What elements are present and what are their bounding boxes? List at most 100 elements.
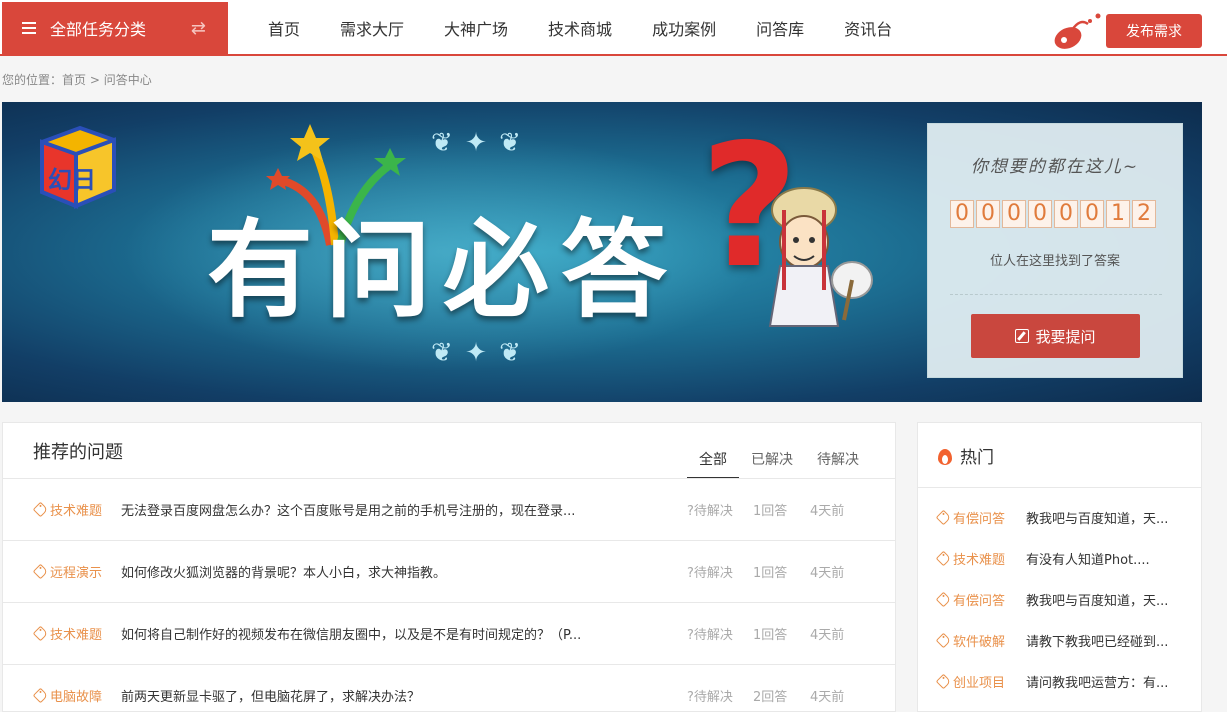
cartoon-sage-character bbox=[768, 187, 873, 327]
tag-icon bbox=[935, 632, 952, 648]
nav-tech-mall[interactable]: 技术商城 bbox=[528, 16, 632, 40]
breadcrumb-current: 问答中心 bbox=[103, 73, 152, 87]
tag-icon bbox=[32, 501, 49, 518]
ask-question-label: 我要提问 bbox=[1035, 327, 1096, 346]
tab-unsolved[interactable]: 待解决 bbox=[805, 449, 871, 479]
hot-item-text[interactable]: 教我吧与百度知道，天... bbox=[1026, 590, 1168, 609]
hot-item[interactable]: 创业项目 请问教我吧运营方：有... bbox=[935, 671, 1188, 691]
question-time: 4天前 bbox=[810, 628, 845, 643]
hot-tag[interactable]: 创业项目 bbox=[935, 672, 1026, 691]
question-status: ?待解决 bbox=[687, 628, 733, 643]
question-tag-label: 技术难题 bbox=[50, 504, 103, 519]
breadcrumb: 您的位置：首页 > 问答中心 bbox=[2, 71, 152, 88]
question-answer-count: 1回答 bbox=[753, 566, 788, 581]
question-row[interactable]: 技术难题 如何将自己制作好的视频发布在微信朋友圈中，以及是不是有时间规定的？（P… bbox=[3, 603, 895, 665]
question-row[interactable]: 技术难题 无法登录百度网盘怎么办？这个百度账号是用之前的手机号注册的，现在登录.… bbox=[3, 479, 895, 541]
top-header: 全部任务分类 ⇄ 首页 需求大厅 大神广场 技术商城 成功案例 问答库 资讯台 … bbox=[0, 0, 1227, 56]
counter-digit: 0 bbox=[976, 200, 1000, 228]
panel-slogan: 你想要的都在这儿~ bbox=[970, 157, 1140, 177]
cube-logo: 幻日 bbox=[40, 125, 116, 210]
hot-item[interactable]: 技术难题 有没有人知道Phot.... bbox=[935, 548, 1188, 568]
answer-counter-panel: 你想要的都在这儿~ 0 0 0 0 0 0 1 2 位人在这里找到了答案 我要提… bbox=[927, 123, 1183, 378]
question-tag-label: 远程演示 bbox=[50, 566, 103, 581]
hot-item-text[interactable]: 教我吧与百度知道，天... bbox=[1026, 508, 1168, 527]
swap-arrows-icon[interactable]: ⇄ bbox=[191, 18, 206, 39]
question-answer-count: 1回答 bbox=[753, 628, 788, 643]
question-status: ?待解决 bbox=[687, 566, 733, 581]
breadcrumb-prefix: 您的位置： bbox=[2, 73, 63, 87]
question-status: ?待解决 bbox=[687, 504, 733, 519]
question-time: 4天前 bbox=[810, 504, 845, 519]
tab-solved[interactable]: 已解决 bbox=[739, 449, 805, 479]
hot-questions-panel: 热门 有偿问答 教我吧与百度知道，天... 技术难题 有没有人知道Phot...… bbox=[917, 422, 1202, 712]
nav-experts-square[interactable]: 大神广场 bbox=[424, 16, 528, 40]
question-text[interactable]: 前两天更新显卡驱了，但电脑花屏了，求解决办法？ bbox=[121, 686, 420, 705]
all-categories-label: 全部任务分类 bbox=[50, 20, 147, 39]
tag-icon bbox=[935, 509, 952, 525]
question-text[interactable]: 无法登录百度网盘怎么办？这个百度账号是用之前的手机号注册的，现在登录... bbox=[121, 500, 575, 519]
tag-icon bbox=[935, 550, 952, 566]
question-row[interactable]: 电脑故障 前两天更新显卡驱了，但电脑花屏了，求解决办法？ ?待解决 2回答 4天… bbox=[3, 665, 895, 712]
breadcrumb-home[interactable]: 首页 bbox=[62, 73, 86, 87]
nav-home[interactable]: 首页 bbox=[248, 16, 320, 40]
hot-tag[interactable]: 有偿问答 bbox=[935, 590, 1026, 609]
counter-digit: 0 bbox=[1054, 200, 1078, 228]
question-tag-label: 电脑故障 bbox=[50, 690, 103, 705]
publish-demand-button[interactable]: 发布需求 bbox=[1106, 14, 1202, 48]
counter-digit: 2 bbox=[1132, 200, 1156, 228]
qa-banner: 幻日 ❦ ✦ ❦ 有问必答 ? ❦ ✦ ❦ 你想要的都在这儿~ 0 0 0 0 … bbox=[2, 102, 1202, 402]
question-answer-count: 2回答 bbox=[753, 690, 788, 705]
hot-tag-label: 软件破解 bbox=[953, 634, 1006, 650]
brand-mouse-icon bbox=[1054, 13, 1101, 49]
counter-digit: 0 bbox=[1080, 200, 1104, 228]
hot-tag[interactable]: 技术难题 bbox=[935, 549, 1026, 568]
hot-tag-label: 技术难题 bbox=[953, 552, 1006, 568]
ornament-bottom: ❦ ✦ ❦ bbox=[431, 338, 523, 368]
hot-tag-label: 创业项目 bbox=[953, 675, 1006, 691]
breadcrumb-separator: > bbox=[86, 73, 104, 87]
question-time: 4天前 bbox=[810, 566, 845, 581]
panel-divider bbox=[950, 294, 1162, 295]
all-categories-button[interactable]: 全部任务分类 ⇄ bbox=[2, 2, 228, 54]
tag-icon bbox=[32, 625, 49, 642]
hot-tag[interactable]: 有偿问答 bbox=[935, 508, 1026, 527]
hot-item[interactable]: 软件破解 请教下教我吧已经碰到... bbox=[935, 630, 1188, 650]
counter-digit: 0 bbox=[1002, 200, 1026, 228]
nav-demand-hall[interactable]: 需求大厅 bbox=[320, 16, 424, 40]
nav-qa-library[interactable]: 问答库 bbox=[736, 16, 824, 40]
answer-counter: 0 0 0 0 0 0 1 2 bbox=[950, 200, 1156, 228]
ornament-top: ❦ ✦ ❦ bbox=[431, 128, 523, 158]
hot-item-text[interactable]: 请问教我吧运营方：有... bbox=[1026, 672, 1168, 691]
question-tag[interactable]: 电脑故障 bbox=[32, 686, 103, 705]
question-status: ?待解决 bbox=[687, 690, 733, 705]
question-row[interactable]: 远程演示 如何修改火狐浏览器的背景呢？本人小白，求大神指教。 ?待解决 1回答 … bbox=[3, 541, 895, 603]
question-tag-label: 技术难题 bbox=[50, 628, 103, 643]
ask-question-button[interactable]: 我要提问 bbox=[971, 314, 1140, 358]
hot-item[interactable]: 有偿问答 教我吧与百度知道，天... bbox=[935, 589, 1188, 609]
question-text[interactable]: 如何修改火狐浏览器的背景呢？本人小白，求大神指教。 bbox=[121, 562, 446, 581]
hot-tag[interactable]: 软件破解 bbox=[935, 631, 1026, 650]
tab-all[interactable]: 全部 bbox=[687, 449, 739, 479]
tag-icon bbox=[935, 673, 952, 689]
question-tag[interactable]: 技术难题 bbox=[32, 500, 103, 519]
question-tag[interactable]: 技术难题 bbox=[32, 624, 103, 643]
hot-item-text[interactable]: 请教下教我吧已经碰到... bbox=[1026, 631, 1168, 650]
nav-news[interactable]: 资讯台 bbox=[824, 16, 912, 40]
banner-title: 有问必答 bbox=[207, 209, 679, 332]
nav-success-cases[interactable]: 成功案例 bbox=[632, 16, 736, 40]
question-time: 4天前 bbox=[810, 690, 845, 705]
hot-header: 热门 bbox=[938, 443, 994, 468]
tag-icon bbox=[935, 591, 952, 607]
question-filter-tabs: 全部 已解决 待解决 bbox=[687, 449, 871, 479]
question-tag[interactable]: 远程演示 bbox=[32, 562, 103, 581]
tag-icon bbox=[32, 687, 49, 704]
hot-item[interactable]: 有偿问答 教我吧与百度知道，天... bbox=[935, 507, 1188, 527]
menu-icon bbox=[22, 22, 36, 34]
question-text[interactable]: 如何将自己制作好的视频发布在微信朋友圈中，以及是不是有时间规定的？（P... bbox=[121, 624, 581, 643]
panel-divider bbox=[918, 487, 1201, 488]
hot-item-text[interactable]: 有没有人知道Phot.... bbox=[1026, 549, 1150, 568]
counter-digit: 0 bbox=[1028, 200, 1052, 228]
question-answer-count: 1回答 bbox=[753, 504, 788, 519]
found-answer-text: 位人在这里找到了答案 bbox=[989, 254, 1120, 269]
cube-logo-text-1: 幻日 bbox=[48, 166, 96, 194]
